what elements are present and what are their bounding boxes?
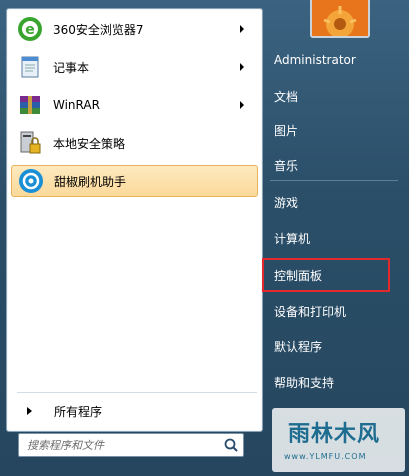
- submenu-arrow-icon: [240, 63, 244, 71]
- right-item-games[interactable]: 游戏: [270, 190, 400, 214]
- all-programs-button[interactable]: 所有程序: [21, 401, 253, 421]
- program-label: 甜椒刷机助手: [54, 174, 127, 189]
- right-item-label: 文档: [274, 89, 299, 104]
- right-item-label: 帮助和支持: [274, 375, 335, 390]
- arrow-right-icon: [27, 407, 32, 415]
- right-item-devices-printers[interactable]: 设备和打印机: [270, 299, 400, 323]
- program-winrar[interactable]: WinRAR: [11, 89, 258, 121]
- right-item-music[interactable]: 音乐: [270, 153, 400, 177]
- programs-panel: e 360安全浏览器7 记事本 WinRAR 本地安全策略 甜椒刷机助手 所有程…: [6, 8, 263, 432]
- watermark: 雨林木风 www.YLMFU.COM: [272, 408, 405, 472]
- program-security-policy[interactable]: 本地安全策略: [11, 127, 258, 159]
- right-item-help-support[interactable]: 帮助和支持: [270, 370, 400, 394]
- program-tianjiao[interactable]: 甜椒刷机助手: [11, 165, 258, 197]
- program-label: 360安全浏览器7: [53, 22, 144, 37]
- right-item-default-programs[interactable]: 默认程序: [270, 334, 400, 358]
- search-icon[interactable]: [223, 437, 239, 453]
- program-label: 本地安全策略: [53, 136, 126, 151]
- user-name[interactable]: Administrator: [270, 48, 400, 72]
- submenu-arrow-icon: [240, 101, 244, 109]
- program-label: 记事本: [53, 60, 90, 75]
- right-item-label: 控制面板: [274, 268, 323, 283]
- svg-text:e: e: [25, 22, 35, 38]
- right-item-label: 游戏: [274, 195, 299, 210]
- divider: [270, 180, 398, 181]
- right-item-label: 默认程序: [274, 339, 323, 354]
- right-item-pictures[interactable]: 图片: [270, 118, 400, 142]
- right-item-label: 图片: [274, 123, 299, 138]
- security-policy-icon: [15, 128, 45, 158]
- right-item-label: 设备和打印机: [274, 304, 347, 319]
- right-item-control-panel[interactable]: 控制面板: [262, 258, 390, 292]
- right-item-label: 计算机: [274, 231, 311, 246]
- program-label: WinRAR: [53, 98, 100, 112]
- tianjiao-icon: [16, 166, 46, 196]
- search-input[interactable]: [25, 436, 219, 454]
- user-avatar[interactable]: [310, 0, 370, 38]
- program-notepad[interactable]: 记事本: [11, 51, 258, 83]
- right-item-label: 音乐: [274, 158, 299, 173]
- watermark-text: 雨林木风: [288, 422, 381, 447]
- right-item-label: Administrator: [274, 53, 356, 67]
- notepad-icon: [15, 52, 45, 82]
- divider: [17, 392, 257, 393]
- search-box[interactable]: [18, 433, 244, 457]
- submenu-arrow-icon: [240, 25, 244, 33]
- browser-360-icon: e: [15, 14, 45, 44]
- program-360-browser[interactable]: e 360安全浏览器7: [11, 13, 258, 45]
- winrar-icon: [15, 90, 45, 120]
- right-item-computer[interactable]: 计算机: [270, 226, 400, 250]
- all-programs-label: 所有程序: [54, 404, 103, 419]
- watermark-url: www.YLMFU.COM: [284, 452, 367, 461]
- right-item-documents[interactable]: 文档: [270, 84, 400, 108]
